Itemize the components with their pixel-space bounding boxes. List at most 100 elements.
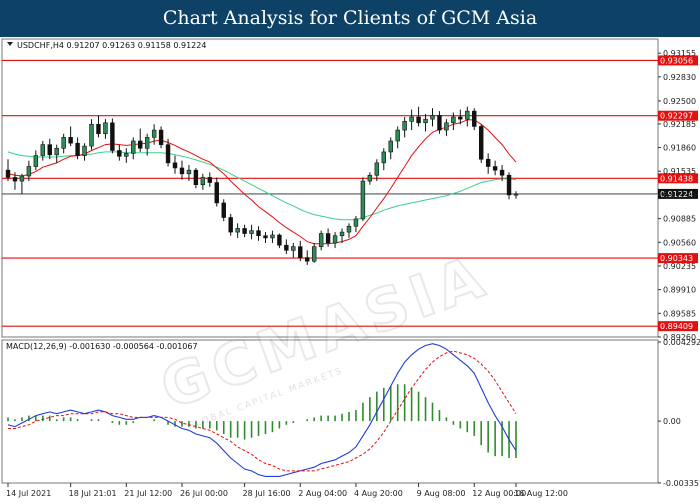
price-and-macd-chart: GCMASIA GLOBAL CAPITAL MARKETS 0.930560.…: [0, 37, 700, 500]
price-ytick-label: 0.91210: [663, 191, 696, 200]
candle-body: [138, 140, 143, 149]
candle-body: [291, 246, 296, 251]
candle-body: [437, 115, 442, 131]
candle-body: [485, 158, 491, 167]
candle-body: [5, 169, 11, 178]
candle-body: [492, 166, 498, 171]
candle-body: [75, 142, 80, 156]
candle-body: [270, 234, 275, 239]
price-ytick-label: 0.89585: [663, 309, 696, 318]
candle-body: [277, 234, 282, 246]
price-ytick-label: 0.90560: [663, 238, 696, 247]
level-price-label: 0.89409: [660, 322, 693, 331]
price-ytick-label: 0.90235: [663, 262, 696, 271]
candle-body: [374, 162, 380, 176]
xtick-label: 2 Aug 04:00: [298, 489, 347, 498]
candle-body: [193, 169, 199, 186]
candle-body: [353, 218, 359, 227]
price-ytick-label: 0.92500: [663, 97, 696, 106]
price-ytick-label: 0.90885: [663, 215, 696, 224]
price-ytick-label: 0.92185: [663, 120, 696, 129]
candle-body: [249, 230, 254, 234]
candle-body: [472, 110, 477, 127]
candle-body: [325, 233, 331, 244]
candle-body: [186, 169, 192, 175]
candle-body: [430, 115, 435, 120]
candle-body: [305, 257, 310, 262]
candle-body: [47, 144, 52, 156]
candle-body: [318, 233, 324, 247]
candle-body: [151, 129, 157, 138]
candle-body: [346, 225, 352, 233]
candle-body: [12, 177, 18, 182]
candle-body: [409, 116, 414, 122]
price-ytick-label: 0.93155: [663, 49, 696, 58]
xtick-label: 18 Jul 21:01: [69, 489, 117, 498]
candle-body: [54, 147, 59, 156]
chart-frame: GCMASIA GLOBAL CAPITAL MARKETS 0.93056 0.…: [0, 37, 700, 500]
candle-body: [89, 123, 94, 147]
candle-body: [458, 116, 463, 120]
candle-body: [40, 144, 46, 156]
chart-banner: Chart Analysis for Clients of GCM Asia: [0, 0, 700, 37]
candle-body: [465, 110, 470, 120]
candle-body: [311, 246, 317, 262]
candle-body: [172, 162, 178, 169]
candle-body: [33, 155, 39, 167]
price-ytick-label: 0.91860: [663, 144, 696, 153]
candle-body: [214, 182, 219, 204]
candle-body: [19, 175, 25, 182]
candle-body: [360, 180, 366, 220]
candle-body: [451, 116, 456, 124]
price-ytick-label: 0.91535: [663, 167, 696, 176]
candle-body: [110, 122, 115, 151]
candle-body: [444, 122, 449, 131]
xtick-label: 26 Jul 00:00: [180, 489, 228, 498]
candle-body: [117, 150, 122, 157]
candle-body: [158, 129, 164, 145]
candle-body: [165, 144, 171, 164]
price-ytick-label: 0.92830: [663, 73, 696, 82]
candle-body: [124, 153, 129, 157]
candle-body: [416, 116, 421, 124]
candle-body: [367, 174, 373, 182]
chart-background: [0, 37, 700, 500]
xtick-label: 28 Jul 16:00: [243, 489, 291, 498]
candle-body: [179, 167, 185, 175]
xtick-label: 21 Jul 12:00: [124, 489, 172, 498]
xtick-label: 9 Aug 08:00: [417, 489, 466, 498]
candle-body: [423, 118, 428, 124]
xtick-label: 14 Jul 2021: [6, 489, 51, 498]
macd-ytick-label: -0.003357: [663, 479, 700, 488]
candle-body: [228, 217, 233, 233]
candle-body: [506, 174, 512, 196]
price-ytick-label: 0.89910: [663, 286, 696, 295]
candle-body: [284, 244, 289, 251]
banner-title: Chart Analysis for Clients of GCM Asia: [162, 7, 538, 29]
candle-body: [26, 166, 32, 177]
candle-body: [221, 202, 226, 218]
candle-body: [68, 137, 73, 144]
candle-body: [388, 140, 393, 153]
candle-body: [395, 129, 400, 142]
price-pane-title: USDCHF,H4 0.91207 0.91263 0.91158 0.9122…: [17, 41, 206, 50]
candle-body: [513, 193, 519, 196]
macd-ytick-label: 0.00: [663, 417, 681, 426]
xtick-label: 4 Aug 20:00: [354, 489, 403, 498]
candle-body: [144, 137, 150, 149]
candle-body: [207, 177, 213, 183]
candle-body: [96, 123, 101, 135]
candle-body: [235, 228, 240, 233]
candle-body: [332, 235, 338, 244]
candle-body: [82, 145, 87, 156]
candle-body: [200, 177, 206, 186]
candle-body: [103, 122, 108, 135]
xtick-label: 16 Aug 12:00: [514, 489, 568, 498]
candle-body: [263, 235, 268, 239]
candle-body: [242, 228, 247, 234]
candle-body: [256, 230, 261, 237]
candle-body: [61, 137, 66, 149]
candle-body: [131, 140, 136, 154]
candle-body: [478, 126, 484, 160]
macd-pane-title: MACD(12,26,9) -0.001630 -0.000564 -0.001…: [6, 342, 198, 351]
